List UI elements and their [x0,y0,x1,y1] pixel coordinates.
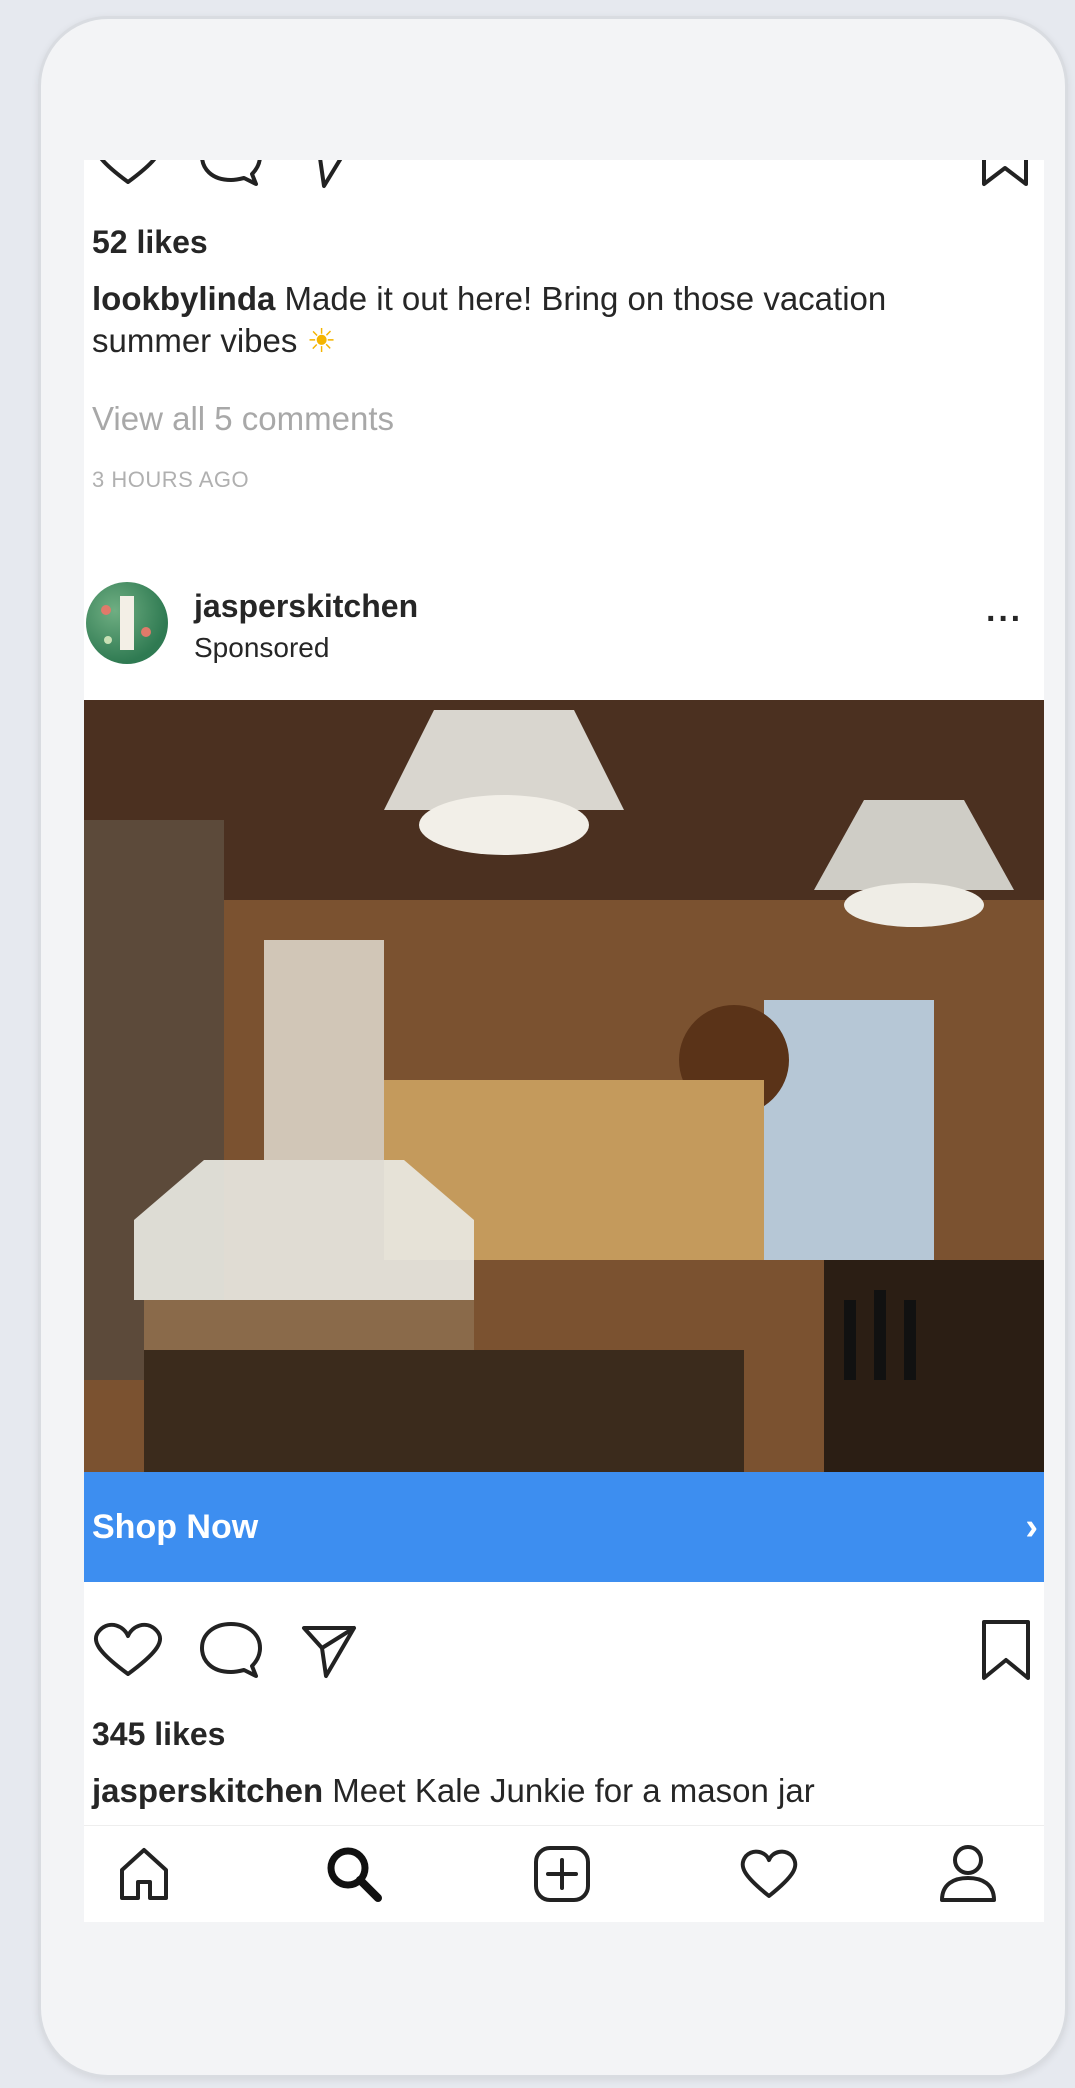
heart-icon[interactable] [88,1620,168,1680]
prev-post-likes[interactable]: 52 likes [92,224,208,261]
view-comments-link[interactable]: View all 5 comments [92,398,394,440]
paper-plane-icon[interactable] [298,160,358,190]
more-dots-icon[interactable]: ··· [986,600,1023,639]
avatar[interactable] [86,582,168,664]
post-username[interactable]: jasperskitchen [194,588,418,625]
chevron-right-icon: › [1025,1505,1038,1548]
feed-screen: 52 likes lookbylinda Made it out here! B… [84,160,1044,1922]
caption-text: Meet Kale Junkie for a mason jar [332,1772,815,1809]
shop-now-label: Shop Now [92,1507,259,1546]
prev-post-caption: lookbylinda Made it out here! Bring on t… [92,278,992,362]
caption-username[interactable]: jasperskitchen [92,1772,323,1809]
post-timestamp: 3 HOURS AGO [92,467,250,492]
post-caption: jasperskitchen Meet Kale Junkie for a ma… [92,1770,1042,1812]
paper-plane-icon[interactable] [298,1620,358,1682]
bookmark-icon[interactable] [978,1618,1034,1682]
search-icon[interactable] [322,1842,386,1906]
comment-icon[interactable] [196,1620,266,1682]
kitchen-photo [84,700,1044,1472]
profile-icon[interactable] [936,1840,1000,1906]
sponsored-label: Sponsored [194,632,330,663]
comment-icon[interactable] [196,160,266,190]
post-likes[interactable]: 345 likes [92,1716,225,1753]
home-icon[interactable] [114,1844,174,1904]
activity-heart-icon[interactable] [736,1846,802,1902]
add-post-icon[interactable] [530,1842,594,1906]
shop-now-button[interactable]: Shop Now › [84,1472,1044,1582]
bookmark-icon[interactable] [978,160,1032,188]
avatar-logo-icon [101,596,151,650]
caption-username[interactable]: lookbylinda [92,280,275,317]
bottom-nav [84,1825,1044,1922]
post-image[interactable] [84,700,1044,1472]
heart-icon[interactable] [88,160,168,190]
sun-emoji: ☀ [306,322,337,359]
